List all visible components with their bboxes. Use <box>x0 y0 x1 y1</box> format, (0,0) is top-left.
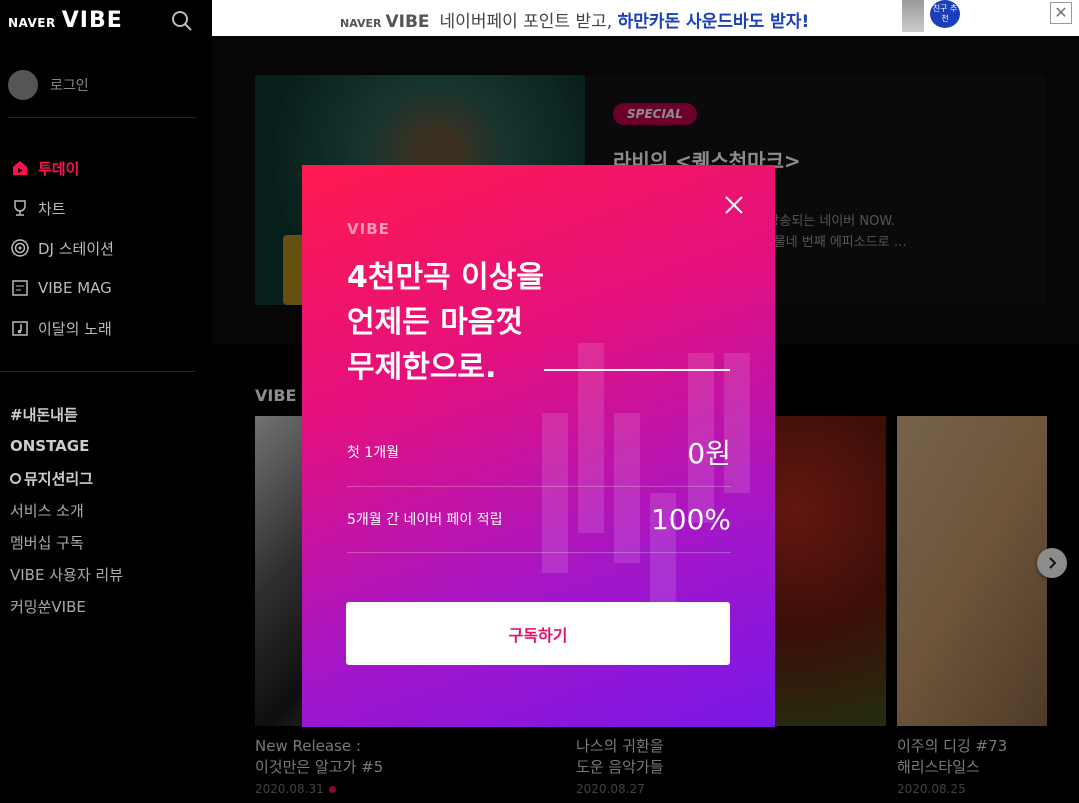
sidebar-link-coming-soon[interactable]: 커밍쑨VIBE <box>10 590 123 622</box>
banner-text: NAVER VIBE 네이버페이 포인트 받고, 하만카돈 사운드바도 받자! <box>340 7 809 32</box>
banner-naver: NAVER <box>340 17 382 30</box>
sidebar-item-label: DJ 스테이션 <box>38 239 114 258</box>
sidebar-link-musician-league[interactable]: 뮤지션리그 <box>10 462 123 494</box>
sidebar-link-membership[interactable]: 멤버십 구독 <box>10 526 123 558</box>
sidebar-item-label: VIBE MAG <box>38 279 112 297</box>
sidebar-item-today[interactable]: 투데이 <box>10 148 114 188</box>
sidebar-divider <box>0 371 196 372</box>
sidebar-item-dj-station[interactable]: DJ 스테이션 <box>10 228 114 268</box>
magazine-icon <box>12 280 28 296</box>
sidebar: NAVER VIBE 로그인 투데이 차트 DJ 스테이션 VIBE MAG 이… <box>0 0 212 803</box>
music-note-icon <box>12 321 28 336</box>
banner-highlight: 하만카돈 사운드바도 받자! <box>617 12 810 32</box>
close-icon <box>725 196 743 214</box>
sidebar-divider <box>8 117 196 118</box>
sidebar-link-naedon[interactable]: #내돈내듣 <box>10 398 123 430</box>
sidebar-extra-links: #내돈내듣 ONSTAGE 뮤지션리그 서비스 소개 멤버십 구독 VIBE 사… <box>10 398 123 622</box>
sidebar-item-vibe-mag[interactable]: VIBE MAG <box>10 268 114 308</box>
soundbar-image <box>902 0 924 32</box>
trophy-icon <box>14 200 26 216</box>
sidebar-nav: 투데이 차트 DJ 스테이션 VIBE MAG 이달의 노래 <box>10 148 114 348</box>
offer-value: 100% <box>650 502 731 536</box>
banner-vibe: VIBE <box>385 12 430 32</box>
banner-close-button[interactable]: ✕ <box>1050 2 1072 24</box>
modal-headline: 4천만곡 이상을 언제든 마음껏 무제한으로. <box>347 255 544 390</box>
modal-brand: VIBE <box>347 220 390 238</box>
headline-line-1: 4천만곡 이상을 <box>347 260 544 295</box>
modal-close-button[interactable] <box>722 193 746 217</box>
login-link[interactable]: 로그인 <box>8 70 89 100</box>
offer-row: 5개월 간 네이버 페이 적립 100% <box>347 486 731 552</box>
headline-underline <box>544 369 730 371</box>
sidebar-link-onstage[interactable]: ONSTAGE <box>10 430 123 462</box>
sidebar-link-service-intro[interactable]: 서비스 소개 <box>10 494 123 526</box>
vibe-logo[interactable]: NAVER VIBE <box>8 8 123 33</box>
sidebar-item-label: 투데이 <box>38 159 80 178</box>
headline-line-2: 언제든 마음껏 <box>347 305 524 340</box>
circle-icon <box>10 472 21 484</box>
sidebar-item-chart[interactable]: 차트 <box>10 188 114 228</box>
sidebar-item-song-of-month[interactable]: 이달의 노래 <box>10 308 114 348</box>
search-icon <box>172 11 192 31</box>
subscription-modal: VIBE 4천만곡 이상을 언제든 마음껏 무제한으로. 첫 1개월 0원 5개… <box>302 165 775 727</box>
banner-message: 네이버페이 포인트 받고, <box>439 12 618 32</box>
offer-value: 0원 <box>687 437 731 470</box>
offer-label: 첫 1개월 <box>347 445 399 461</box>
logo-vibe-text: VIBE <box>61 8 123 33</box>
sidebar-item-label: 차트 <box>38 199 66 218</box>
offer-divider <box>347 552 731 553</box>
headline-line-3: 무제한으로. <box>347 350 497 385</box>
sidebar-link-label: 뮤지션리그 <box>24 469 94 488</box>
avatar <box>8 70 38 100</box>
home-icon <box>13 161 27 175</box>
radio-icon <box>11 239 29 257</box>
top-ad-banner[interactable]: NAVER VIBE 네이버페이 포인트 받고, 하만카돈 사운드바도 받자! 친구… <box>212 0 1079 36</box>
search-button[interactable] <box>170 9 194 33</box>
offer-row: 첫 1개월 0원 <box>347 419 731 485</box>
subscribe-button[interactable]: 구독하기 <box>346 602 730 665</box>
logo-naver-text: NAVER <box>8 16 56 30</box>
banner-badge: 친구 추천 <box>930 0 960 28</box>
login-label: 로그인 <box>50 78 89 94</box>
sidebar-item-label: 이달의 노래 <box>38 319 112 338</box>
offer-label: 5개월 간 네이버 페이 적립 <box>347 512 503 528</box>
sidebar-link-user-review[interactable]: VIBE 사용자 리뷰 <box>10 558 123 590</box>
